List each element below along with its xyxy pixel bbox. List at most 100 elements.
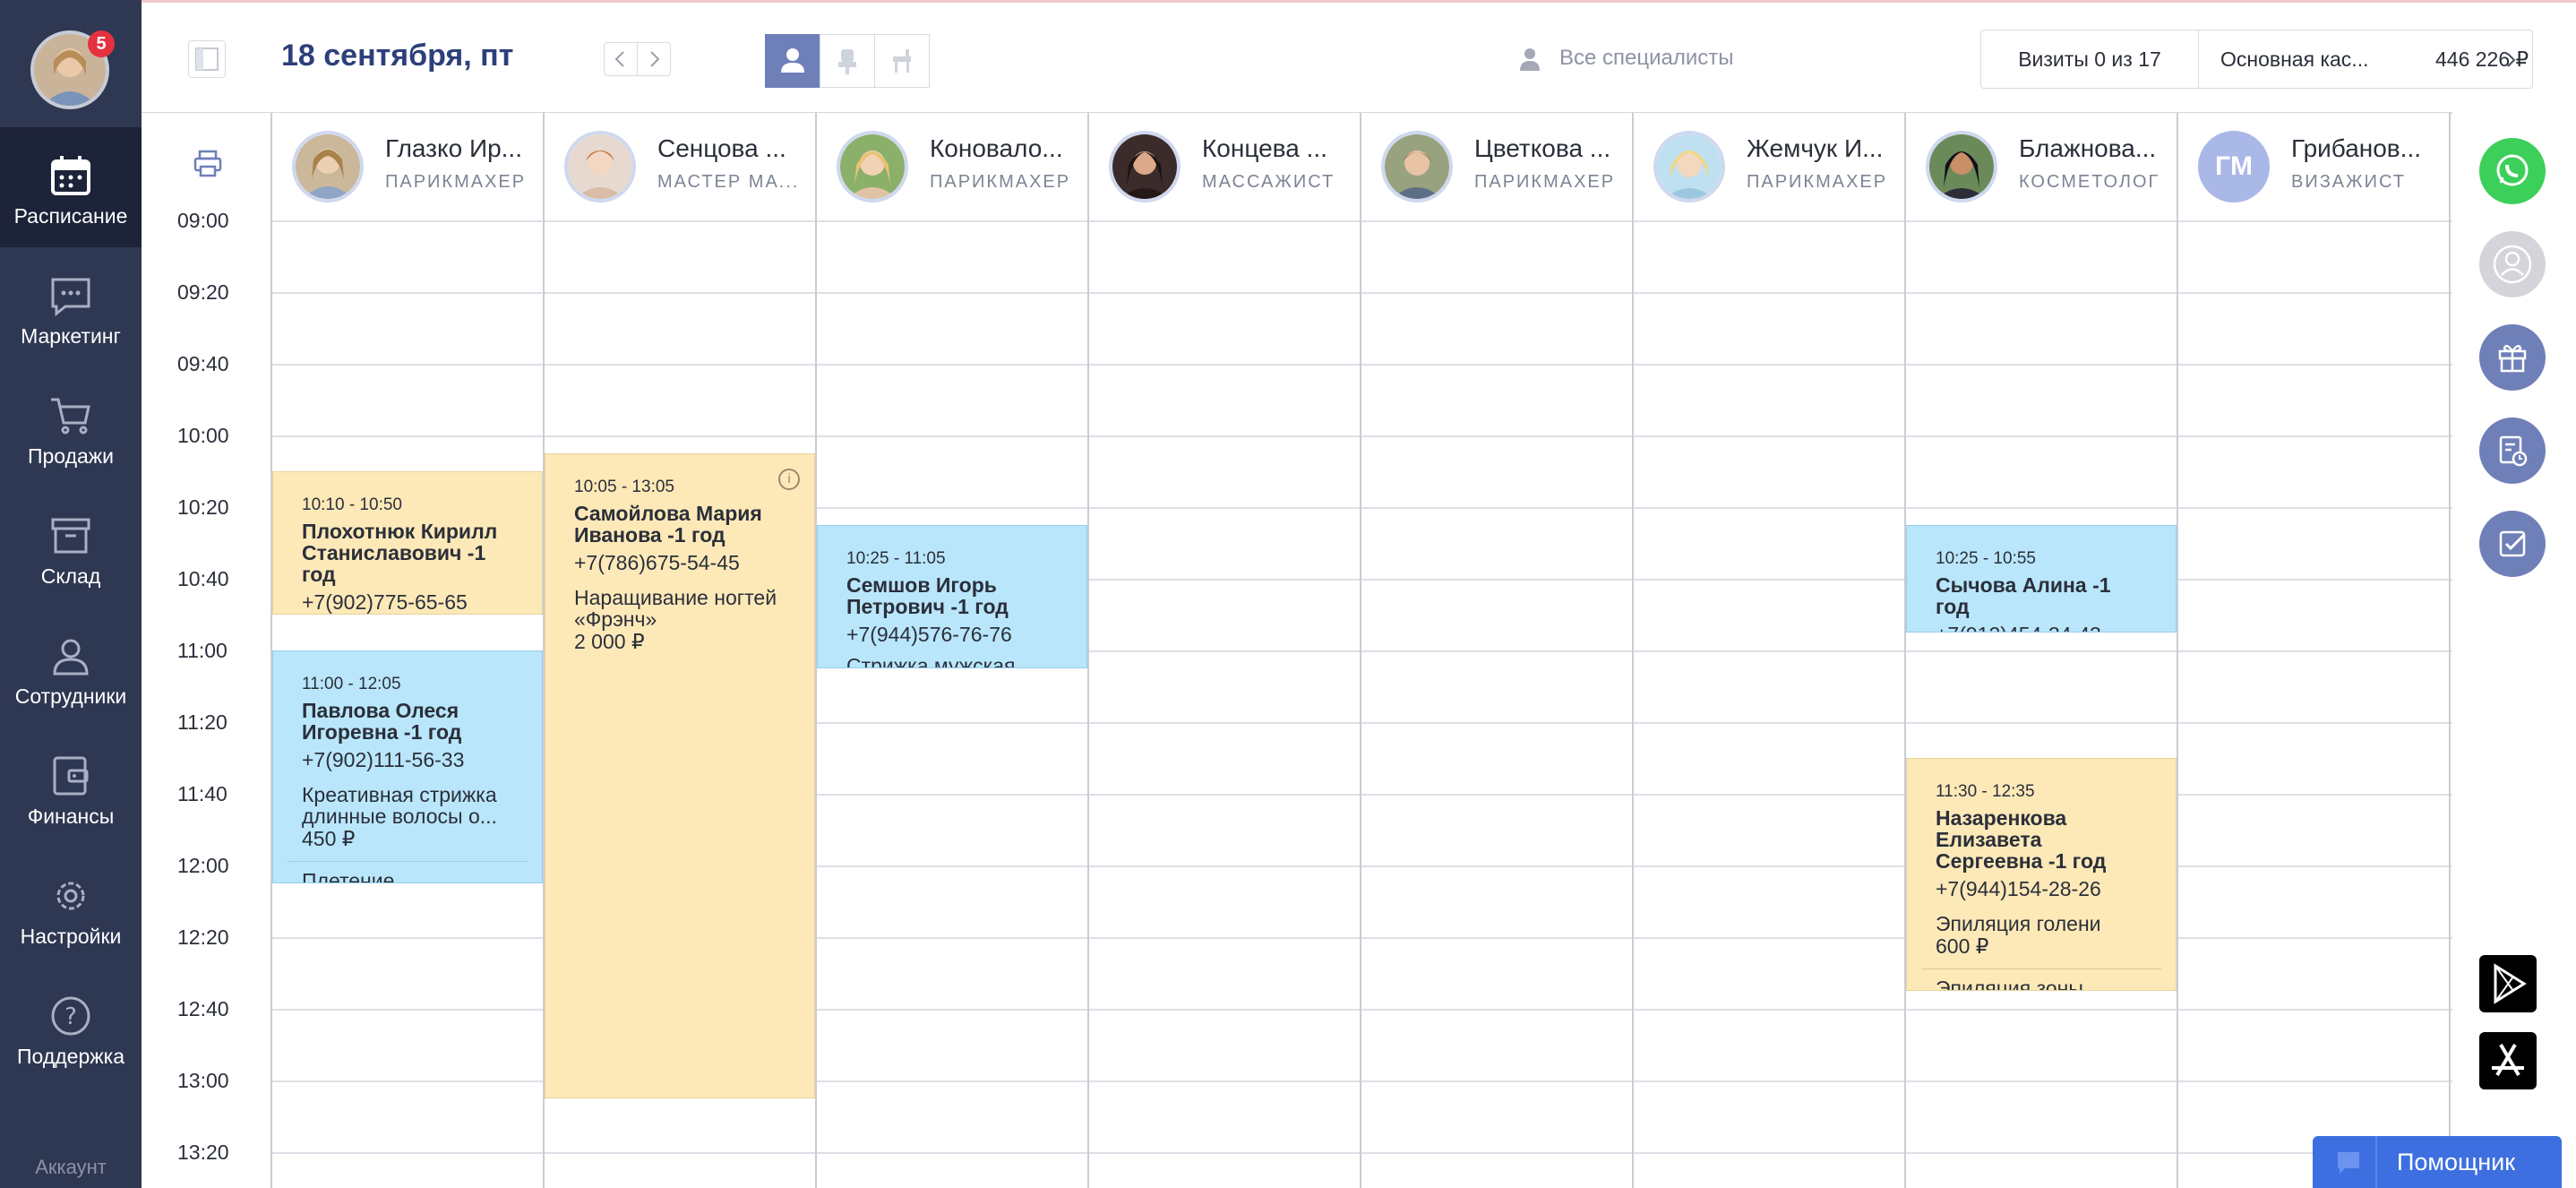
client-profile-button[interactable] [2479,231,2546,297]
time-label: 12:40 [177,997,229,1020]
helper-button[interactable]: Помощник [2313,1136,2562,1188]
nav-label: Финансы [27,805,115,828]
staff-column-header[interactable]: Коновало... ПАРИКМАХЕР [817,113,1087,220]
service-name: Эпиляция зоны [1936,977,2083,991]
time-label: 12:00 [177,854,229,877]
staff-avatar [564,131,636,202]
prev-day-button[interactable] [604,42,638,76]
staff-column-header[interactable]: Цветкова ... ПАРИКМАХЕР [1361,113,1632,220]
page-title-date[interactable]: 18 сентября, пт [281,39,513,73]
staff-column-header[interactable]: Глазко Ир... ПАРИКМАХЕР [272,113,543,220]
appointment-card[interactable]: 10:25 - 11:05 Семшов Игорь Петрович -1 г… [817,525,1087,668]
chat-icon [51,278,90,317]
sidebar: 5 Расписание Маркетинг Продажи Склад Сот… [0,0,142,1188]
specialists-filter[interactable]: Все специалисты [1559,46,1734,71]
history-button[interactable] [2479,418,2546,484]
box-icon [51,518,90,554]
notification-badge: 5 [88,30,115,57]
staff-column-header[interactable]: Концева ... МАССАЖИСТ [1089,113,1360,220]
checkbox-icon [2499,530,2526,557]
nav-item-warehouse[interactable]: Склад [0,487,142,607]
nav-label: Расписание [13,204,128,228]
sidebar-toggle-icon [195,47,219,71]
wallet-icon [53,756,89,796]
staff-column-header[interactable]: Жемчук И... ПАРИКМАХЕР [1634,113,1904,220]
staff-name: Жемчук И... [1747,134,1884,162]
nav-item-marketing[interactable]: Маркетинг [0,247,142,367]
nav-label: Склад [40,564,101,588]
nav-item-schedule[interactable]: Расписание [0,127,142,247]
nav-item-support[interactable]: ? Поддержка [0,968,142,1088]
nav-item-sales[interactable]: Продажи [0,367,142,487]
nav-item-staff[interactable]: Сотрудники [0,607,142,727]
app-store-icon [2492,1043,2524,1077]
appointment-time: 10:25 - 11:05 [846,549,946,568]
view-cabinets-button[interactable] [874,34,930,88]
column-divider [1360,113,1361,1188]
appointment-card[interactable]: i 10:05 - 13:05 Самойлова Мария Иванова … [545,453,815,1098]
account-link[interactable]: Аккаунт [0,1156,142,1179]
user-icon [53,639,89,676]
next-day-button[interactable] [637,42,671,76]
question-icon: ? [51,996,90,1036]
staff-avatar [1109,131,1181,202]
appointment-time: 10:10 - 10:50 [302,495,402,514]
client-phone: +7(786)675-54-45 [574,551,740,574]
column-divider [1087,113,1089,1188]
visits-counter[interactable]: Визиты 0 из 17 [1980,30,2199,89]
appointment-time: 11:00 - 12:05 [302,675,401,693]
print-icon[interactable] [192,147,224,179]
column-divider [2449,113,2451,1188]
view-resources-button[interactable] [820,34,875,88]
cashbox-selector[interactable]: Основная кас... 446 226 ₽ [2198,30,2533,89]
appointment-card[interactable]: 11:00 - 12:05 Павлова Олеся Игоревна -1 … [272,650,543,883]
appointment-card[interactable]: 10:10 - 10:50 Плохотнюк Кирилл Станислав… [272,471,543,615]
staff-column-header[interactable]: Сенцова ... МАСТЕР МА... [545,113,815,220]
equipment-icon [893,49,911,73]
appointment-time: 10:05 - 13:05 [574,478,674,496]
time-label: 09:00 [177,209,229,232]
nav-item-settings[interactable]: Настройки [0,848,142,968]
cashbox-label: Основная кас... [2220,47,2369,71]
time-label: 09:20 [177,280,229,304]
client-name: Семшов Игорь Петрович -1 год [846,573,1009,618]
staff-role: ПАРИКМАХЕР [1747,172,1888,192]
client-phone: +7(944)576-76-76 [846,623,1012,646]
gift-certificate-button[interactable] [2479,324,2546,391]
time-label: 09:40 [177,352,229,375]
client-phone: +7(912)454-34-43 [1936,623,2147,632]
app-store-button[interactable] [2479,1032,2537,1089]
staff-column-header[interactable]: Блажнова... КОСМЕТОЛОГ [1906,113,2177,220]
google-play-icon [2494,963,2527,1004]
appointment-card[interactable]: 10:25 - 10:55 Сычова Алина -1 год +7(912… [1906,525,2177,633]
tasks-button[interactable] [2479,511,2546,577]
time-label: 10:00 [177,424,229,447]
nav-item-finance[interactable]: Финансы [0,727,142,848]
service-divider [1921,968,2161,969]
column-divider [1632,113,1634,1188]
appointment-time: 10:25 - 10:55 [1936,549,2036,568]
time-label: 10:40 [177,567,229,590]
view-staff-button[interactable] [765,34,820,88]
staff-role: ПАРИКМАХЕР [385,172,527,192]
whatsapp-icon [2496,154,2529,186]
client-name: Сычова Алина -1 год [1936,573,2111,618]
service-name: Плетение [302,869,395,883]
google-play-button[interactable] [2479,955,2537,1012]
whatsapp-button[interactable] [2479,138,2546,204]
app-root: 5 Расписание Маркетинг Продажи Склад Сот… [0,0,2576,1188]
time-label: 10:20 [177,495,229,519]
staff-role: ВИЗАЖИСТ [2291,172,2406,192]
user-avatar[interactable]: 5 [30,30,115,109]
staff-avatar-initials: ГМ [2198,131,2270,202]
appointment-time: 11:30 - 12:35 [1936,782,2035,801]
staff-role: ПАРИКМАХЕР [930,172,1071,192]
svg-text:?: ? [64,1003,77,1030]
info-icon[interactable]: i [778,469,800,490]
appointment-card[interactable]: 11:30 - 12:35 Назаренкова Елизавета Серг… [1906,758,2177,991]
staff-role: МАССАЖИСТ [1202,172,1335,192]
gift-icon [2498,344,2527,373]
staff-avatar [837,131,908,202]
collapse-sidebar-button[interactable] [188,40,226,78]
staff-column-header[interactable]: ГМ Грибанов... ВИЗАЖИСТ [2178,113,2449,220]
